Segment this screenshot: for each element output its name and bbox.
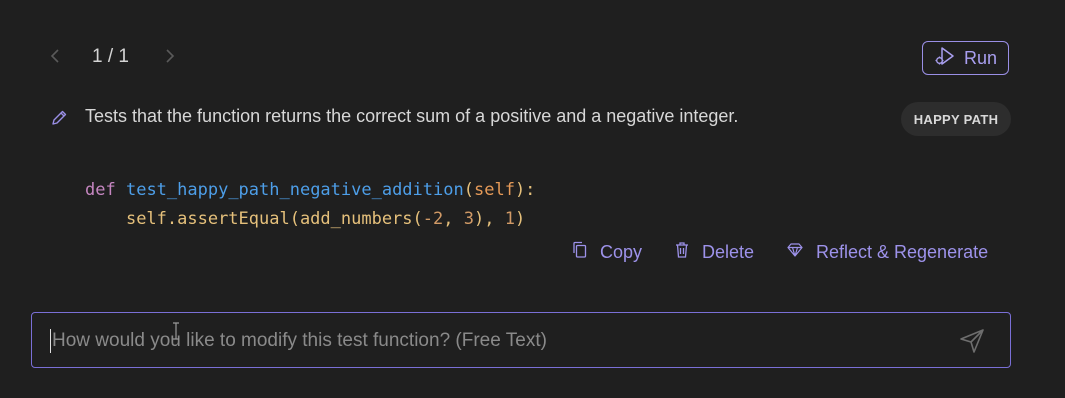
prev-icon[interactable] — [49, 47, 61, 69]
text-caret — [50, 329, 51, 353]
run-icon — [934, 45, 956, 72]
code-line-2: self.assertEqual(add_numbers(-2, 3), 1) — [125, 209, 526, 229]
modify-input[interactable] — [50, 313, 934, 369]
copy-label: Copy — [600, 241, 643, 262]
trash-icon — [674, 241, 690, 264]
delete-button[interactable]: Delete — [674, 241, 754, 263]
edit-pencil-icon[interactable] — [50, 109, 68, 132]
pager-count: 1 / 1 — [92, 46, 129, 67]
reflect-regenerate-button[interactable]: Reflect & Regenerate — [786, 241, 988, 263]
next-icon[interactable] — [164, 47, 176, 69]
copy-icon — [572, 241, 588, 264]
gem-icon — [786, 242, 804, 263]
send-icon[interactable] — [958, 327, 986, 360]
run-label: Run — [963, 47, 998, 68]
test-code-block: def test_happy_path_negative_addition(se… — [85, 176, 535, 234]
category-badge: HAPPY PATH — [901, 102, 1011, 136]
test-description: Tests that the function returns the corr… — [85, 106, 739, 126]
run-button[interactable]: Run — [922, 41, 1009, 75]
code-line-1: def test_happy_path_negative_addition(se… — [85, 180, 536, 200]
ibeam-cursor-icon — [171, 322, 181, 345]
reflect-label: Reflect & Regenerate — [816, 241, 989, 262]
delete-label: Delete — [702, 241, 755, 262]
copy-button[interactable]: Copy — [572, 241, 642, 263]
